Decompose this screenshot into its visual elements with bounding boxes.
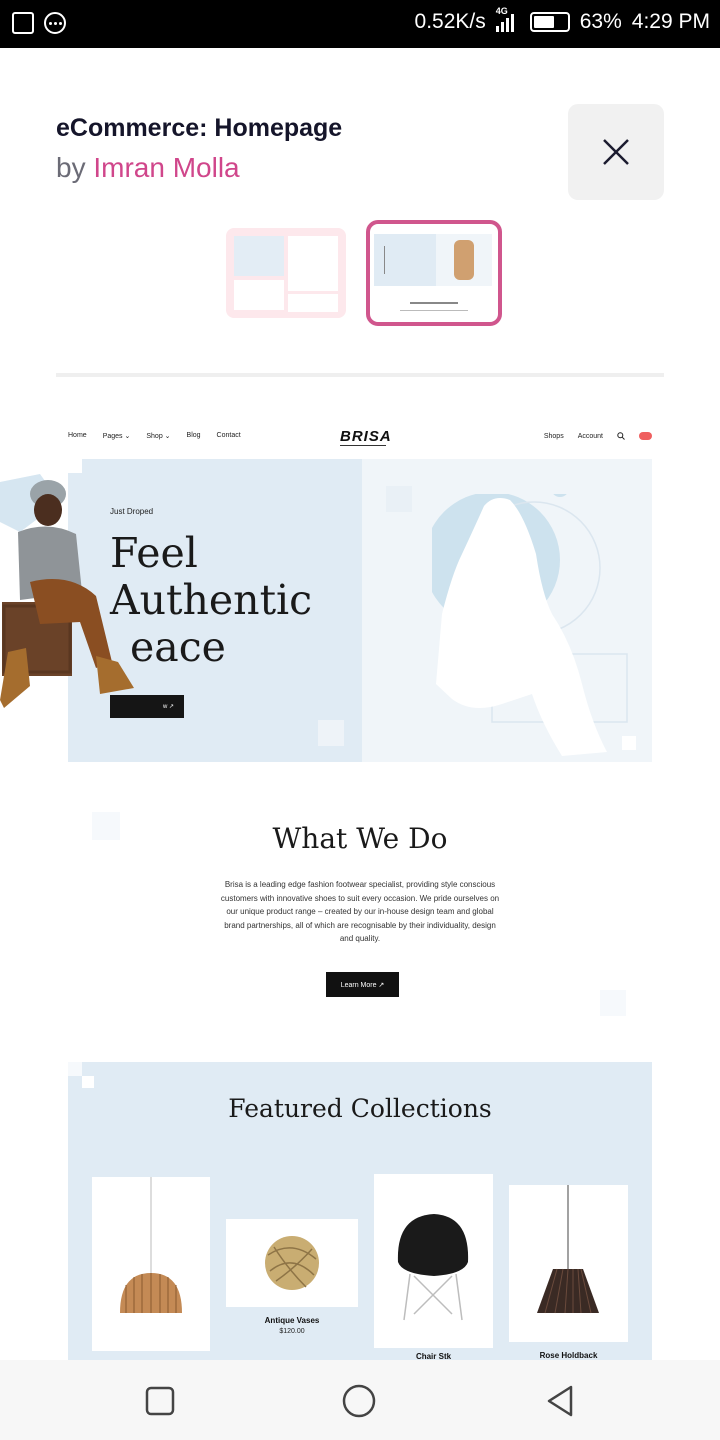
nav-home[interactable]: Home <box>68 432 87 440</box>
what-we-do-title: What We Do <box>272 822 448 855</box>
battery-icon <box>529 12 570 32</box>
signal-icon: 4G <box>495 6 520 32</box>
hero-title-line-1: Feel <box>110 529 198 577</box>
by-label: by <box>56 152 86 183</box>
hero-title-line-2: Authentic <box>110 576 313 624</box>
brand-logo[interactable]: BRISA <box>340 428 392 445</box>
author-line: by Imran Molla <box>56 152 240 184</box>
recents-button[interactable] <box>143 1384 177 1418</box>
product-card-4[interactable] <box>509 1185 628 1342</box>
close-icon <box>603 139 629 165</box>
nav-blog[interactable]: Blog <box>187 432 201 440</box>
product-card-3[interactable] <box>374 1174 493 1348</box>
hero-title: Feel Authentic eace <box>110 530 312 671</box>
product-name-antique-vases: Antique Vases <box>264 1316 320 1325</box>
divider <box>56 373 664 377</box>
logo-underline <box>340 445 386 446</box>
antique-vase-image <box>265 1236 319 1290</box>
cart-icon[interactable] <box>639 432 652 440</box>
nav-contact[interactable]: Contact <box>217 432 241 440</box>
product-card-1[interactable] <box>92 1177 210 1351</box>
preview-nav-right: Shops Account <box>544 432 652 440</box>
hero-title-line-3: eace <box>130 623 226 671</box>
clock: 4:29 PM <box>631 10 710 33</box>
hero-person-image <box>0 474 134 708</box>
product-name-chair: Chair Stk <box>415 1352 452 1360</box>
network-type: 4G <box>495 6 508 16</box>
network-speed: 0.52K/s <box>414 10 486 33</box>
preview-nav-left: Home Pages ⌄ Shop ⌄ Blog Contact <box>68 432 241 440</box>
page-title: eCommerce: Homepage <box>56 114 343 142</box>
status-bar: 0.52K/s 4G 63% 4:29 PM <box>0 0 720 48</box>
pendant-lamp-image <box>120 1177 182 1313</box>
learn-more-button[interactable]: Learn More ↗ <box>326 972 399 997</box>
product-card-2[interactable] <box>226 1219 358 1307</box>
author-link[interactable]: Imran Molla <box>93 152 239 183</box>
nav-shop[interactable]: Shop ⌄ <box>146 432 170 440</box>
home-button[interactable] <box>342 1384 376 1418</box>
nav-account[interactable]: Account <box>578 433 603 440</box>
nav-shops[interactable]: Shops <box>544 433 564 440</box>
nav-pages[interactable]: Pages ⌄ <box>103 432 131 440</box>
battery-level: 63% <box>579 10 622 33</box>
what-we-do-body: Brisa is a leading edge fashion footwear… <box>220 880 500 944</box>
cast-icon <box>12 12 34 34</box>
search-icon[interactable] <box>617 432 625 440</box>
product-name-rose-holdback: Rose Holdback <box>539 1351 598 1360</box>
hero-model-image <box>432 494 628 756</box>
close-button[interactable] <box>568 104 664 200</box>
thumbnail-1[interactable] <box>226 228 346 318</box>
thumbnail-2-selected[interactable] <box>366 220 502 326</box>
featured-title: Featured Collections <box>228 1094 492 1123</box>
system-navigation-bar <box>0 1360 720 1440</box>
rose-holdback-lamp-image <box>537 1185 599 1314</box>
chair-image <box>397 1214 469 1321</box>
product-price-antique-vases: $120.00 <box>279 1328 305 1335</box>
more-icon <box>44 12 66 34</box>
back-button[interactable] <box>543 1384 577 1418</box>
